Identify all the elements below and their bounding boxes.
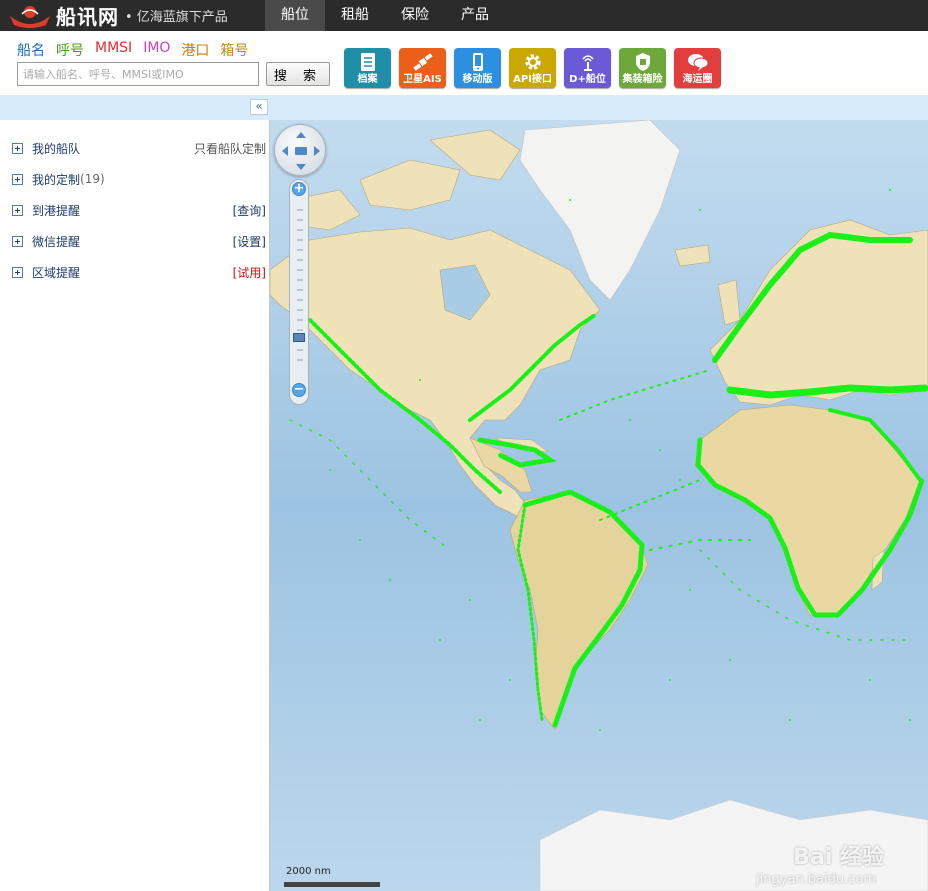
- ship-logo-icon: [10, 6, 50, 28]
- sidebar-item-my-custom[interactable]: 我的定制 (19): [12, 170, 266, 188]
- tool-api-button[interactable]: API接口: [509, 48, 556, 88]
- tool-satellite-ais-label: 卫星AIS: [403, 74, 442, 85]
- expand-plus-icon[interactable]: [12, 235, 23, 247]
- area-alert-trial-link[interactable]: [试用]: [233, 264, 266, 281]
- map-scale-label: 2000 nm: [286, 866, 331, 877]
- search-tab-mmsi[interactable]: MMSI: [95, 40, 132, 60]
- tool-shipping-circle-button[interactable]: 海运圈: [674, 48, 721, 88]
- pan-arrows-icon: [282, 132, 320, 170]
- tool-archive-label: 档案: [357, 74, 378, 85]
- expand-plus-icon[interactable]: [12, 173, 23, 185]
- antenna-icon: [581, 55, 594, 71]
- panel-toolbar-strip: «: [0, 95, 928, 120]
- custom-count: (19): [80, 172, 105, 186]
- zoom-slider-thumb[interactable]: [293, 332, 305, 342]
- expand-plus-icon[interactable]: [12, 204, 23, 216]
- search-tab-port[interactable]: 港口: [181, 40, 209, 60]
- search-input[interactable]: [17, 62, 259, 86]
- map-pan-control[interactable]: [274, 124, 326, 176]
- search-tab-call-sign[interactable]: 呼号: [56, 40, 84, 60]
- sidebar-item-arrival-alert[interactable]: 到港提醒 [查询]: [12, 201, 266, 219]
- search-tab-ship-name[interactable]: 船名: [17, 40, 45, 60]
- expand-plus-icon[interactable]: [12, 266, 23, 278]
- satellite-icon: [412, 53, 433, 71]
- chat-icon: [687, 54, 708, 71]
- map-canvas[interactable]: [270, 120, 928, 891]
- gear-icon: [524, 54, 541, 70]
- fleet-custom-only-link[interactable]: 只看船队定制: [194, 140, 266, 157]
- zoom-slider[interactable]: + −: [289, 179, 309, 405]
- search-button[interactable]: 搜 索: [266, 62, 330, 86]
- tool-mobile-label: 移动版: [462, 74, 493, 85]
- nav-item-products[interactable]: 产品: [445, 0, 505, 31]
- search-type-tabs: 船名 呼号 MMSI IMO 港口 箱号: [17, 40, 259, 60]
- arrival-alert-query-link[interactable]: [查询]: [233, 202, 266, 219]
- nav-item-insurance[interactable]: 保险: [385, 0, 445, 31]
- watermark-url: jingyan.baidu.com: [756, 872, 876, 887]
- tool-mobile-button[interactable]: 移动版: [454, 48, 501, 88]
- sidebar-item-label[interactable]: 我的船队: [32, 140, 80, 157]
- shield-icon: [635, 53, 650, 71]
- phone-icon: [472, 53, 483, 71]
- map-scale-bar: [284, 882, 380, 887]
- sidebar-item-wechat-alert[interactable]: 微信提醒 [设置]: [12, 232, 266, 250]
- tool-satellite-ais-button[interactable]: 卫星AIS: [399, 48, 446, 88]
- tool-container-insurance-label: 集装箱险: [622, 74, 663, 85]
- tool-d-plus-button[interactable]: D+船位: [564, 48, 611, 88]
- tool-d-plus-label: D+船位: [569, 74, 606, 85]
- search-tab-imo[interactable]: IMO: [143, 40, 170, 60]
- document-icon: [360, 53, 375, 71]
- top-navigation-bar: 船讯网 • 亿海蓝旗下产品 船位 租船 保险 产品: [0, 0, 928, 31]
- brand-tagline: • 亿海蓝旗下产品: [125, 10, 228, 25]
- sidebar-item-label[interactable]: 到港提醒: [32, 202, 80, 219]
- collapse-sidebar-button[interactable]: «: [250, 99, 268, 115]
- wechat-alert-settings-link[interactable]: [设置]: [233, 233, 266, 250]
- zoom-out-button[interactable]: −: [292, 383, 306, 397]
- main-nav: 船位 租船 保险 产品: [265, 0, 505, 31]
- world-map[interactable]: + − 2000 nm Bai 经验 jingyan.baidu.com: [270, 120, 928, 891]
- zoom-ticks: [297, 209, 303, 361]
- tool-api-label: API接口: [513, 74, 552, 85]
- double-chevron-left-icon: «: [255, 99, 263, 113]
- sidebar-item-label[interactable]: 区域提醒: [32, 264, 80, 281]
- sidebar-item-my-fleet[interactable]: 我的船队 只看船队定制: [12, 139, 266, 157]
- search-panel: 船名 呼号 MMSI IMO 港口 箱号 搜 索 档案 卫星AIS: [0, 31, 928, 95]
- expand-plus-icon[interactable]: [12, 142, 23, 154]
- tool-container-insurance-button[interactable]: 集装箱险: [619, 48, 666, 88]
- sidebar-item-label[interactable]: 微信提醒: [32, 233, 80, 250]
- sidebar-item-area-alert[interactable]: 区域提醒 [试用]: [12, 263, 266, 281]
- nav-item-ship-position[interactable]: 船位: [265, 0, 325, 31]
- brand-name: 船讯网: [56, 5, 119, 29]
- search-tab-container[interactable]: 箱号: [220, 40, 248, 60]
- nav-item-charter[interactable]: 租船: [325, 0, 385, 31]
- sidebar-item-label[interactable]: 我的定制: [32, 171, 80, 188]
- tool-buttons: 档案 卫星AIS 移动版 API接口 D+船位 集装箱险 海运圈: [344, 48, 729, 88]
- tool-shipping-circle-label: 海运圈: [682, 74, 713, 85]
- brand-logo[interactable]: 船讯网 • 亿海蓝旗下产品: [8, 2, 228, 29]
- watermark-logo: Bai 经验: [793, 845, 884, 870]
- sidebar: 我的船队 只看船队定制 我的定制 (19) 到港提醒 [查询] 微信提醒 [设置…: [0, 120, 270, 891]
- tool-archive-button[interactable]: 档案: [344, 48, 391, 88]
